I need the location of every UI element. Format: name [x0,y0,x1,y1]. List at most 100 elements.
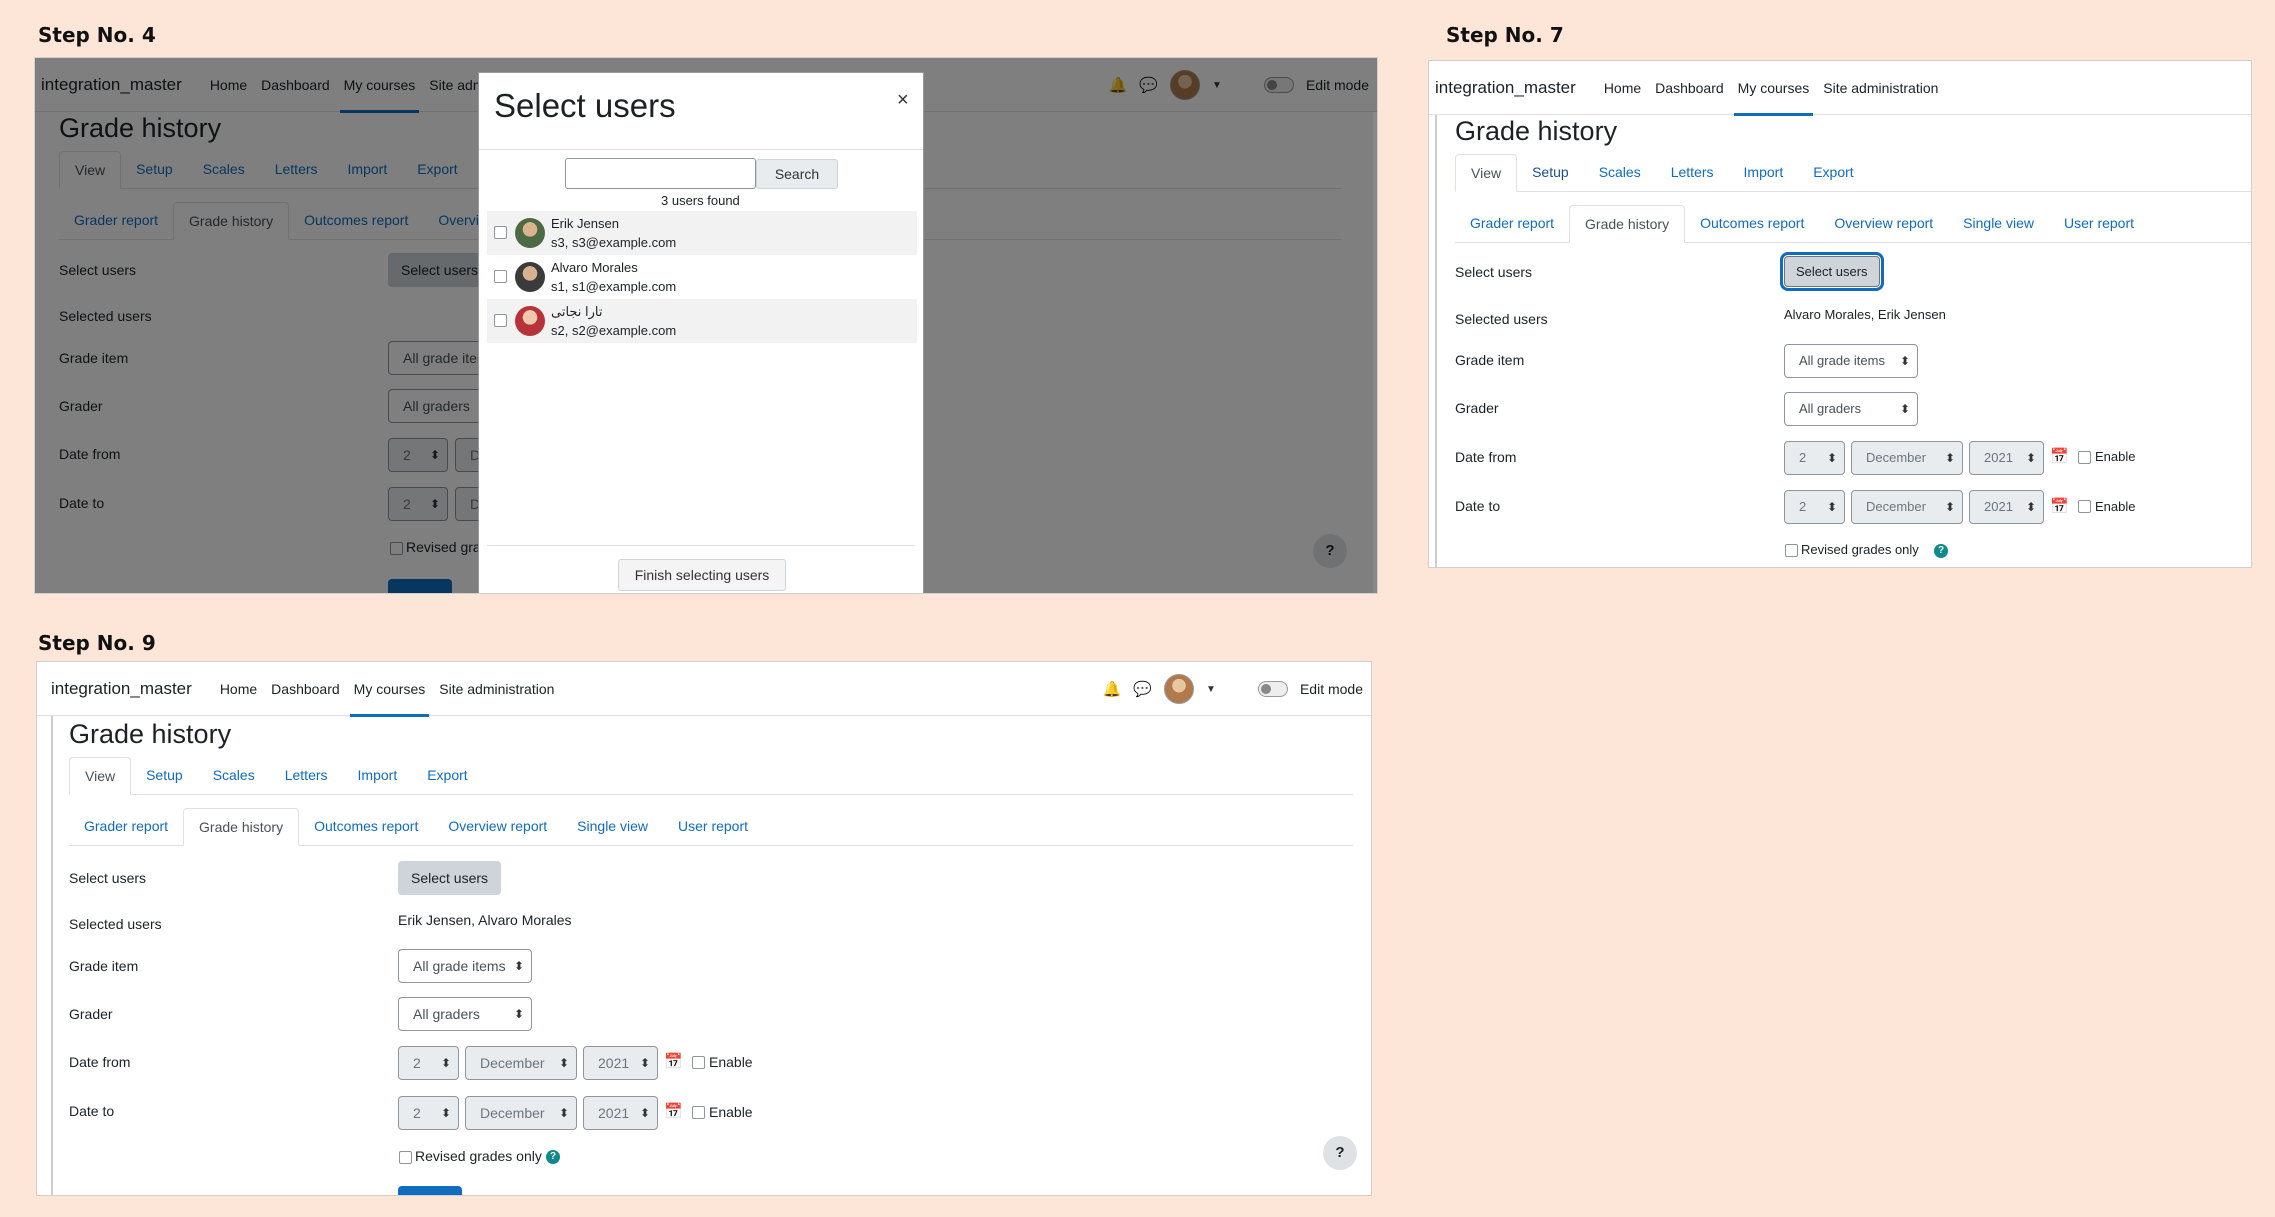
nav-dashboard[interactable]: Dashboard [1655,61,1724,115]
subtab-user-report[interactable]: User report [2049,205,2149,242]
date-from-enable-checkbox[interactable] [692,1056,705,1069]
selected-users-label: Selected users [1455,311,1548,327]
grader-select[interactable]: All graders [1784,392,1918,426]
site-brand[interactable]: integration_master [1435,78,1576,98]
nav-home[interactable]: Home [220,662,257,716]
grade-item-select[interactable]: All grade items [398,949,532,983]
chat-icon[interactable]: 💬 [1133,680,1152,698]
tab-letters[interactable]: Letters [1656,154,1729,191]
step-label-4: Step No. 4 [38,23,156,47]
date-to-month[interactable]: December [465,1096,577,1130]
page-title: Grade history [69,719,232,749]
date-to-enable-checkbox[interactable] [692,1106,705,1119]
search-button[interactable]: Search [756,159,838,189]
step9-panel: integration_master Home Dashboard My cou… [36,661,1372,1196]
grader-select[interactable]: All graders [398,997,532,1031]
revised-grades-label: Revised grades only [415,1148,542,1164]
subtab-outcomes-report[interactable]: Outcomes report [1685,205,1819,242]
help-icon[interactable]: ? [546,1150,560,1164]
selected-users-value: Erik Jensen, Alvaro Morales [398,912,572,928]
calendar-icon[interactable]: 📅 [2050,447,2069,465]
date-to-year[interactable]: 2021 [583,1096,658,1130]
user-checkbox[interactable] [494,226,507,239]
tab-view[interactable]: View [69,757,132,795]
chevron-down-icon[interactable]: ▼ [1206,684,1216,695]
user-checkbox[interactable] [494,314,507,327]
selected-users-value: Alvaro Morales, Erik Jensen [1784,307,1946,322]
subtab-overview-report[interactable]: Overview report [1819,205,1948,242]
bell-icon[interactable]: 🔔 [1103,680,1122,698]
date-from-enable-checkbox[interactable] [2078,451,2091,464]
close-icon[interactable]: × [897,89,909,112]
modal-title: Select users [494,87,676,124]
date-to-day[interactable]: 2 [398,1096,459,1130]
help-icon[interactable]: ? [1934,544,1948,558]
calendar-icon[interactable]: 📅 [2050,497,2069,515]
select-users-label: Select users [1455,264,1533,280]
user-checkbox[interactable] [494,270,507,283]
nav-dashboard[interactable]: Dashboard [271,662,340,716]
tab-scales[interactable]: Scales [1584,154,1656,191]
scrollbar[interactable] [1373,112,1377,593]
date-to-day[interactable]: 2 [1784,490,1845,524]
tab-view[interactable]: View [1455,154,1518,192]
select-users-button[interactable]: Select users [1780,252,1884,291]
nav-my-courses[interactable]: My courses [349,662,429,717]
user-avatar[interactable] [1164,674,1195,704]
nav-my-courses[interactable]: My courses [1733,61,1813,116]
tab-export[interactable]: Export [412,757,482,794]
subtab-grader-report[interactable]: Grader report [69,808,183,845]
nav-site-administration[interactable]: Site administration [439,662,554,716]
date-to-month[interactable]: December [1851,490,1963,524]
user-row[interactable]: تارا نجاتی s2, s2@example.com [487,299,917,343]
subtab-single-view[interactable]: Single view [562,808,663,845]
nav-home[interactable]: Home [1604,61,1641,115]
modal-footer-divider [487,545,915,546]
grade-item-select[interactable]: All grade items [1784,344,1918,378]
tab-import[interactable]: Import [343,757,413,794]
date-from-month[interactable]: December [1851,441,1963,475]
nav-site-administration[interactable]: Site administration [1823,61,1938,115]
subtab-grade-history[interactable]: Grade history [1569,205,1686,243]
subtab-overview-report[interactable]: Overview report [433,808,562,845]
user-row[interactable]: Erik Jensen s3, s3@example.com [487,211,917,255]
secondary-tabs: Grader report Grade history Outcomes rep… [69,808,1353,846]
tab-letters[interactable]: Letters [270,757,343,794]
edit-mode-toggle[interactable] [1257,681,1288,697]
tab-import[interactable]: Import [1729,154,1799,191]
date-from-year[interactable]: 2021 [583,1046,658,1080]
tab-setup[interactable]: Setup [1517,154,1584,191]
tab-scales[interactable]: Scales [198,757,270,794]
submit-button[interactable] [398,1186,462,1195]
subtab-outcomes-report[interactable]: Outcomes report [299,808,433,845]
calendar-icon[interactable]: 📅 [664,1052,683,1070]
select-users-button[interactable]: Select users [398,861,502,895]
revised-grades-checkbox[interactable] [1785,544,1798,557]
step4-panel: integration_master Home Dashboard My cou… [34,57,1378,594]
subtab-grader-report[interactable]: Grader report [1455,205,1569,242]
date-to-year[interactable]: 2021 [1969,490,2044,524]
calendar-icon[interactable]: 📅 [664,1102,683,1120]
user-avatar [515,262,545,292]
date-from-day[interactable]: 2 [1784,441,1845,475]
select-users-modal: Select users × Search 3 users found Erik… [478,72,924,593]
user-avatar [515,218,545,248]
user-avatar [515,306,545,336]
user-meta: s3, s3@example.com [551,235,677,250]
revised-grades-checkbox[interactable] [399,1151,412,1164]
tab-export[interactable]: Export [1798,154,1868,191]
site-brand[interactable]: integration_master [51,679,192,699]
help-button[interactable]: ? [1323,1136,1357,1170]
date-to-enable-checkbox[interactable] [2078,500,2091,513]
date-from-day[interactable]: 2 [398,1046,459,1080]
subtab-user-report[interactable]: User report [663,808,763,845]
user-row[interactable]: Alvaro Morales s1, s1@example.com [487,255,917,299]
subtab-grade-history[interactable]: Grade history [183,808,300,846]
date-from-month[interactable]: December [465,1046,577,1080]
date-from-year[interactable]: 2021 [1969,441,2044,475]
primary-tabs: View Setup Scales Letters Import Export [1455,154,2251,192]
tab-setup[interactable]: Setup [131,757,198,794]
subtab-single-view[interactable]: Single view [1948,205,2049,242]
finish-selecting-users-button[interactable]: Finish selecting users [618,559,786,591]
user-search-input[interactable] [565,158,756,189]
